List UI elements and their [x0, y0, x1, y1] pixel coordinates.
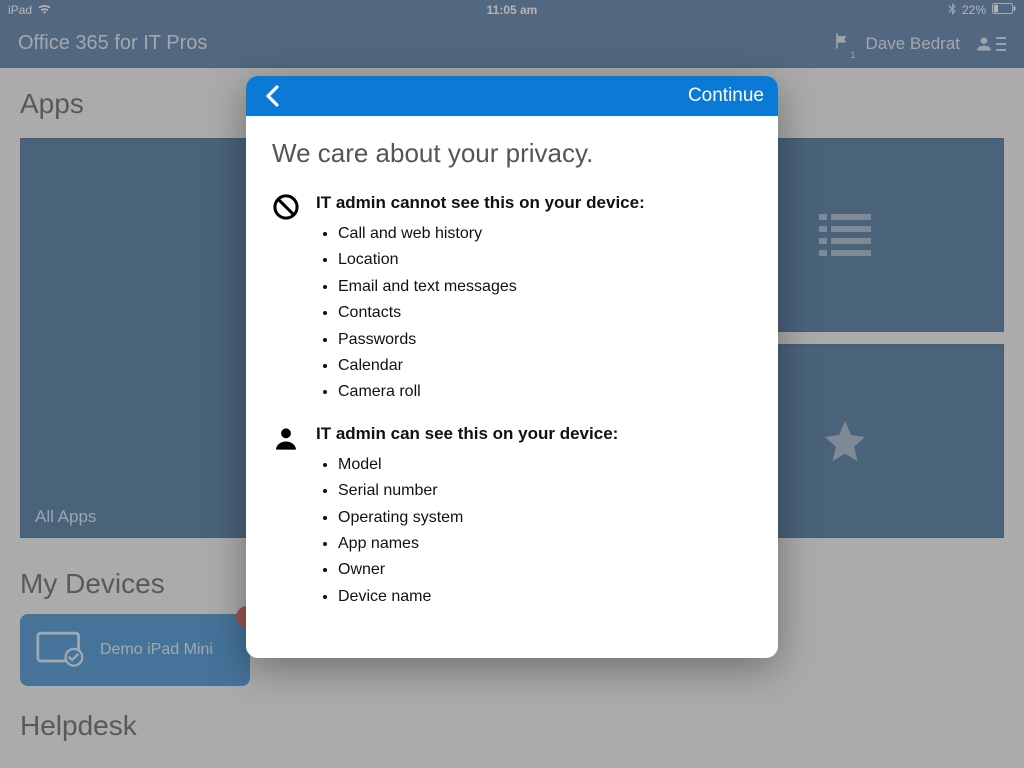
list-item: Contacts — [338, 300, 752, 326]
list-item: Location — [338, 247, 752, 273]
cannot-see-list: Call and web history Location Email and … — [316, 221, 752, 406]
back-button[interactable] — [260, 84, 284, 108]
can-see-section: IT admin can see this on your device: Mo… — [272, 424, 752, 610]
cannot-see-heading: IT admin cannot see this on your device: — [316, 193, 752, 213]
list-item: App names — [338, 531, 752, 557]
list-item: Call and web history — [338, 221, 752, 247]
modal-header: Continue — [246, 76, 778, 116]
list-item: Calendar — [338, 353, 752, 379]
continue-button[interactable]: Continue — [688, 85, 764, 107]
person-icon — [272, 424, 302, 610]
privacy-modal: Continue We care about your privacy. IT … — [246, 76, 778, 658]
can-see-heading: IT admin can see this on your device: — [316, 424, 752, 444]
list-item: Passwords — [338, 327, 752, 353]
list-item: Device name — [338, 584, 752, 610]
privacy-title: We care about your privacy. — [272, 138, 752, 169]
list-item: Model — [338, 452, 752, 478]
prohibit-icon — [272, 193, 302, 406]
list-item: Camera roll — [338, 379, 752, 405]
cannot-see-section: IT admin cannot see this on your device:… — [272, 193, 752, 406]
can-see-list: Model Serial number Operating system App… — [316, 452, 752, 610]
list-item: Email and text messages — [338, 274, 752, 300]
list-item: Owner — [338, 557, 752, 583]
chevron-left-icon — [265, 85, 279, 107]
list-item: Operating system — [338, 505, 752, 531]
list-item: Serial number — [338, 478, 752, 504]
